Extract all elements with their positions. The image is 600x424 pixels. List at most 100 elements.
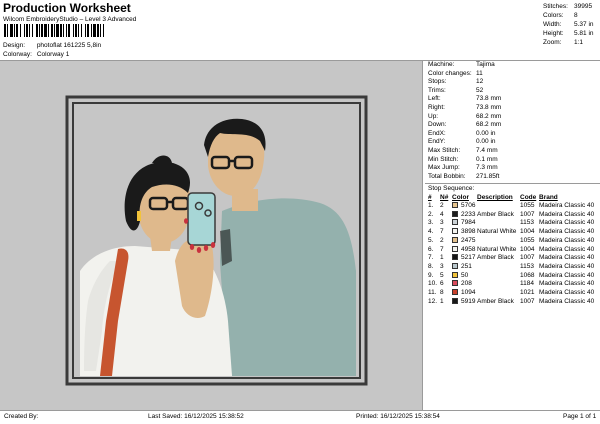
info-left: Left: 73.8 mm (428, 95, 501, 103)
phone-icon (187, 192, 216, 246)
info-endx: EndX: 0.00 in (428, 130, 496, 138)
stat-label: Width: (543, 21, 562, 28)
info-color-changes: Color changes: 11 (428, 70, 483, 78)
design-label: Design: (3, 42, 26, 49)
row-brand: Madeira Classic 40 (539, 228, 595, 236)
page-title: Production Worksheet (3, 1, 131, 15)
row-color-code: 5919 (461, 297, 476, 305)
row-color-code: 2475 (461, 236, 476, 244)
sequence-row: 1. 2 5706 1055 Madeira Classic 40 (428, 202, 600, 211)
row-needle: 3 (440, 219, 444, 227)
row-brand: Madeira Classic 40 (539, 202, 595, 209)
stat-height: Height: 5.81 in (543, 29, 599, 38)
stat-value: 5.81 in (574, 30, 594, 37)
info-value: 73.8 mm (476, 104, 502, 111)
worksheet-footer: Created By: Last Saved: 16/12/2025 15:38… (0, 411, 600, 424)
color-swatch (452, 245, 458, 252)
page-number: Page 1 of 1 (563, 413, 597, 420)
design-barcode (4, 24, 170, 37)
sequence-row: 12. 1 5919 Amber Black 1007 Madeira Classic 4… (428, 297, 600, 307)
design-value: photoflat 161225 5,8in (36, 42, 102, 49)
row-index: 5. (428, 236, 434, 244)
row-description: Amber Black (477, 297, 514, 305)
info-value: 7.4 mm (476, 147, 498, 154)
row-index: 11. (428, 289, 437, 296)
row-code: 1007 (520, 254, 535, 262)
design-stats: Stitches: 39995 Colors: 8 Width: 5.37 in He… (543, 2, 599, 47)
info-value: 73.8 mm (476, 95, 502, 103)
row-code: 1021 (520, 289, 535, 296)
row-needle: 2 (440, 202, 444, 209)
row-code: 1153 (520, 219, 534, 227)
printed-date: Printed: 16/12/2025 15:38:54 (356, 413, 440, 420)
colorway-row: Colorway: Colorway 1 (3, 51, 69, 58)
sequence-row: 5. 2 2475 1055 Madeira Classic 40 (428, 236, 600, 246)
created-by: Created By: (4, 413, 39, 420)
row-description: Natural White (477, 245, 517, 253)
info-endy: EndY: 0.00 in (428, 138, 496, 146)
color-swatch (452, 219, 458, 226)
row-index: 1. (428, 202, 434, 209)
col-header-brand: Brand (539, 194, 558, 201)
stat-value: 5.37 in (574, 21, 594, 28)
color-swatch (452, 280, 458, 287)
color-swatch (452, 236, 458, 243)
row-color-code: 5706 (461, 202, 476, 209)
info-value: 68.2 mm (476, 121, 502, 129)
row-needle: 6 (440, 280, 444, 288)
info-label: Down: (428, 121, 447, 129)
row-needle: 7 (440, 228, 444, 236)
info-label: Right: (428, 104, 445, 111)
col-header-index: # (428, 194, 432, 201)
row-needle: 4 (440, 210, 444, 218)
color-swatch (452, 262, 458, 269)
row-index: 7. (428, 254, 434, 262)
row-brand: Madeira Classic 40 (539, 254, 595, 262)
row-code: 1184 (520, 280, 534, 288)
woman-earring (137, 211, 141, 221)
stat-label: Colors: (543, 12, 564, 19)
row-code: 1004 (520, 245, 535, 253)
row-color-code: 4958 (461, 245, 476, 253)
color-swatch (452, 210, 458, 217)
info-label: Trims: (428, 86, 446, 94)
info-value: 0.00 in (476, 129, 496, 137)
stat-label: Height: (543, 30, 564, 37)
color-swatch (452, 271, 458, 278)
info-stops: Stops: 12 (428, 78, 483, 86)
color-swatch (452, 254, 458, 261)
row-code: 1153 (520, 262, 534, 270)
col-header-color: Color (452, 194, 469, 201)
row-needle: 2 (440, 236, 444, 244)
info-value: 0.00 in (476, 138, 496, 146)
row-brand: Madeira Classic 40 (539, 271, 595, 279)
info-down: Down: 68.2 mm (428, 121, 501, 129)
row-index: 6. (428, 245, 434, 253)
row-color-code: 1094 (461, 289, 476, 296)
row-description: Amber Black (477, 254, 514, 262)
info-max-stitch: Max Stitch: 7.4 mm (428, 147, 498, 155)
colorway-value: Colorway 1 (36, 51, 70, 58)
row-index: 12. (428, 297, 438, 305)
sequence-row: 9. 5 50 1068 Madeira Classic 40 (428, 271, 600, 281)
info-value: 52 (476, 86, 484, 94)
row-index: 8. (428, 262, 434, 270)
row-needle: 8 (440, 289, 444, 296)
info-up: Up: 68.2 mm (428, 113, 501, 121)
info-label: EndY: (428, 138, 446, 146)
stat-width: Width: 5.37 in (543, 20, 599, 29)
info-label: Stops: (428, 78, 447, 86)
stop-sequence-title: Stop Sequence: (428, 185, 475, 192)
sequence-row: 7. 1 5217 Amber Black 1007 Madeira Classic 40 (428, 254, 600, 263)
info-machine: Machine: Tajima (428, 61, 495, 69)
last-saved: Last Saved: 16/12/2025 15:38:52 (148, 413, 244, 420)
info-value: 12 (476, 78, 484, 86)
col-header-code: Code (520, 194, 537, 201)
row-brand: Madeira Classic 40 (539, 289, 595, 296)
row-code: 1055 (520, 202, 535, 209)
row-color-code: 208 (461, 280, 472, 288)
row-brand: Madeira Classic 40 (539, 245, 595, 253)
row-index: 9. (428, 271, 434, 279)
worksheet-header: Production Worksheet Wilcom EmbroiderySt… (0, 0, 600, 60)
info-min-stitch: Min Stitch: 0.1 mm (428, 156, 498, 164)
